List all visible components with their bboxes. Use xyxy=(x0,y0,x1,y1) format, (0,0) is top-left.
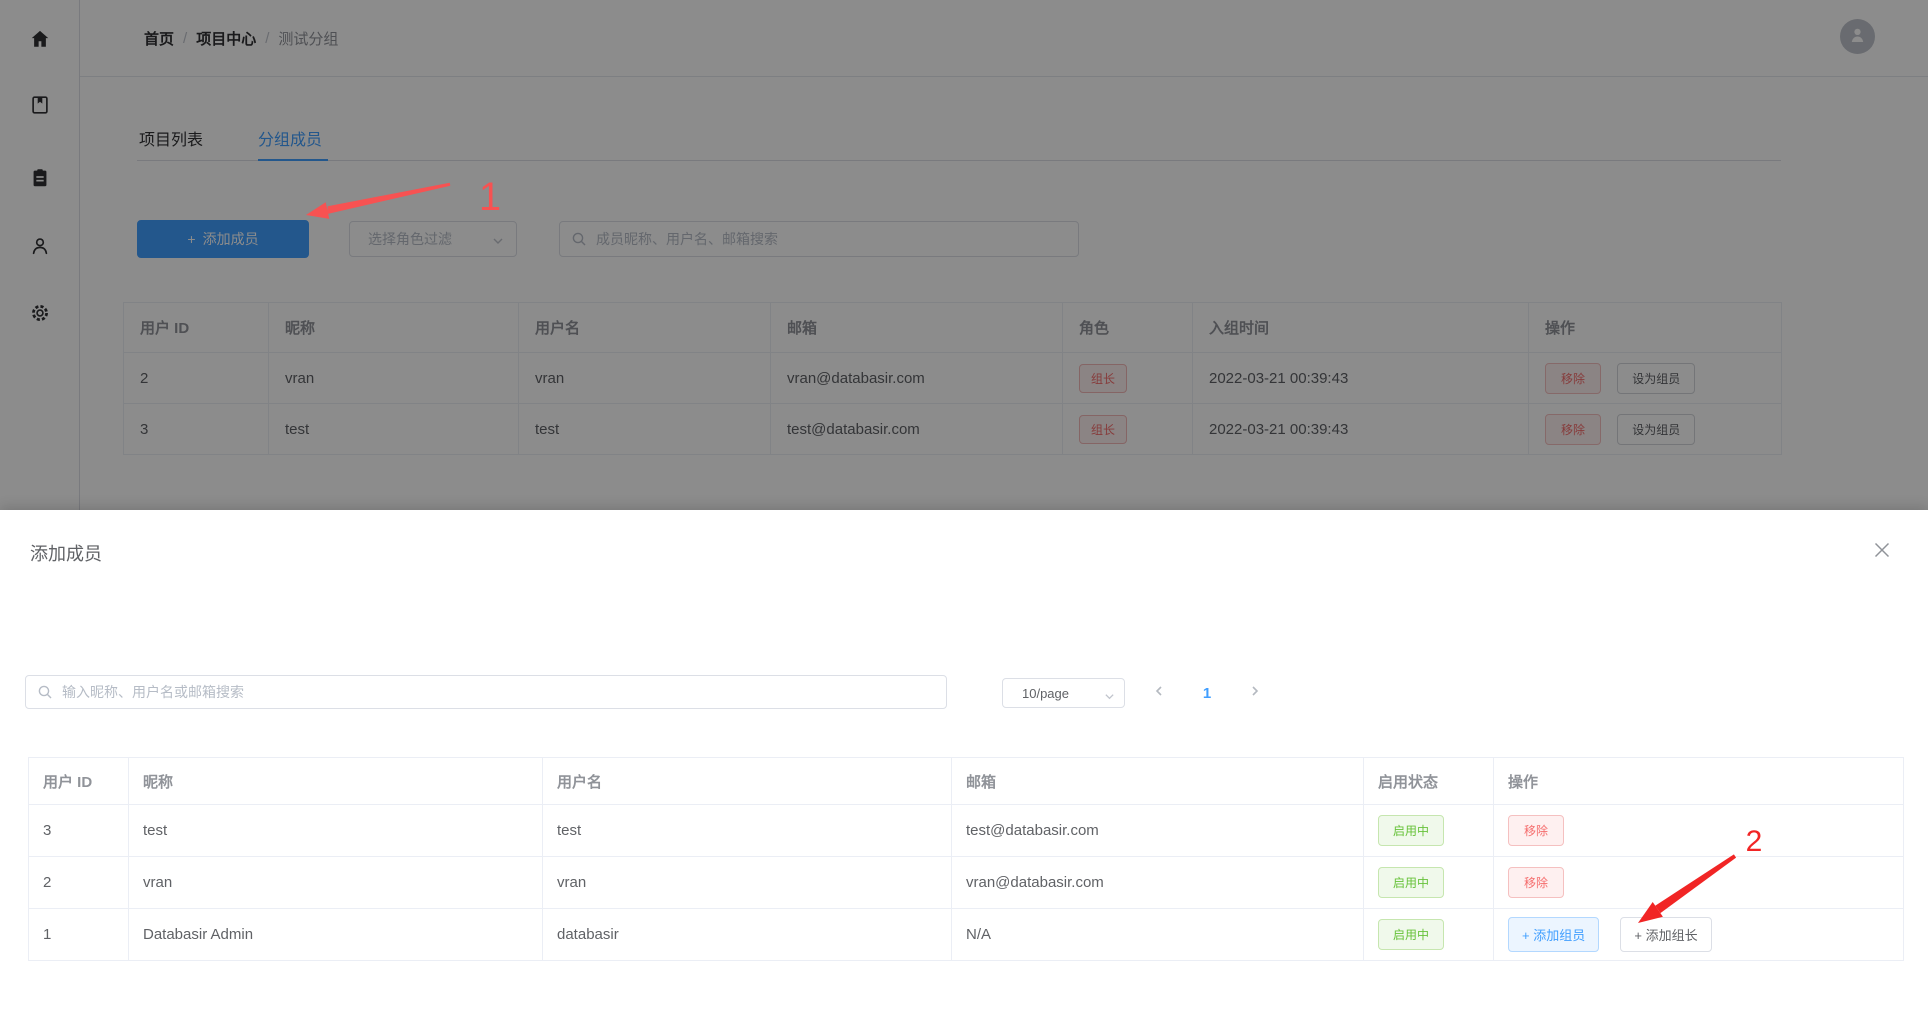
col-username: 用户名 xyxy=(543,758,952,805)
cell-email: test@databasir.com xyxy=(952,805,1364,857)
add-member-dialog: 添加成员 10/page 1 xyxy=(0,510,1928,1009)
add-as-member-button[interactable]: + 添加组员 xyxy=(1508,917,1599,952)
cell-email: vran@databasir.com xyxy=(952,857,1364,909)
cell-username: vran xyxy=(543,857,952,909)
close-icon xyxy=(1873,541,1891,564)
status-badge: 启用中 xyxy=(1378,815,1444,846)
col-email: 邮箱 xyxy=(952,758,1364,805)
cell-user-id: 1 xyxy=(29,909,129,961)
cell-username: databasir xyxy=(543,909,952,961)
cell-user-id: 3 xyxy=(29,805,129,857)
table-row: 1 Databasir Admin databasir N/A 启用中 + 添加… xyxy=(29,909,1904,961)
page-number[interactable]: 1 xyxy=(1193,685,1221,702)
remove-button[interactable]: 移除 xyxy=(1508,815,1564,846)
users-table-header-row: 用户 ID 昵称 用户名 邮箱 启用状态 操作 xyxy=(29,758,1904,805)
remove-button[interactable]: 移除 xyxy=(1508,867,1564,898)
col-actions: 操作 xyxy=(1494,758,1904,805)
cell-nickname: test xyxy=(129,805,543,857)
prev-page-button[interactable] xyxy=(1145,678,1173,708)
cell-username: test xyxy=(543,805,952,857)
cell-user-id: 2 xyxy=(29,857,129,909)
all-users-table: 用户 ID 昵称 用户名 邮箱 启用状态 操作 3 test test test… xyxy=(28,757,1904,961)
col-nickname: 昵称 xyxy=(129,758,543,805)
screen: 首页 / 项目中心 / 测试分组 项目列表 分组成员 + 添加成员 选择角色过滤 xyxy=(0,0,1928,1009)
cell-nickname: Databasir Admin xyxy=(129,909,543,961)
page-size-select[interactable]: 10/page xyxy=(1002,678,1125,708)
col-status: 启用状态 xyxy=(1364,758,1494,805)
dialog-title: 添加成员 xyxy=(30,540,102,566)
dialog-search-input[interactable] xyxy=(25,675,947,709)
dialog-close-button[interactable] xyxy=(1868,538,1896,566)
chevron-down-icon xyxy=(1104,689,1115,707)
pagination: 10/page 1 xyxy=(1002,678,1269,708)
chevron-right-icon xyxy=(1249,684,1261,702)
table-row: 3 test test test@databasir.com 启用中 移除 xyxy=(29,805,1904,857)
status-badge: 启用中 xyxy=(1378,919,1444,950)
table-row: 2 vran vran vran@databasir.com 启用中 移除 xyxy=(29,857,1904,909)
cell-nickname: vran xyxy=(129,857,543,909)
dialog-search xyxy=(25,675,947,709)
status-badge: 启用中 xyxy=(1378,867,1444,898)
cell-email: N/A xyxy=(952,909,1364,961)
chevron-left-icon xyxy=(1153,684,1165,702)
page-size-value: 10/page xyxy=(1022,686,1069,701)
col-user-id: 用户 ID xyxy=(29,758,129,805)
add-as-leader-button[interactable]: + 添加组长 xyxy=(1620,917,1711,952)
next-page-button[interactable] xyxy=(1241,678,1269,708)
